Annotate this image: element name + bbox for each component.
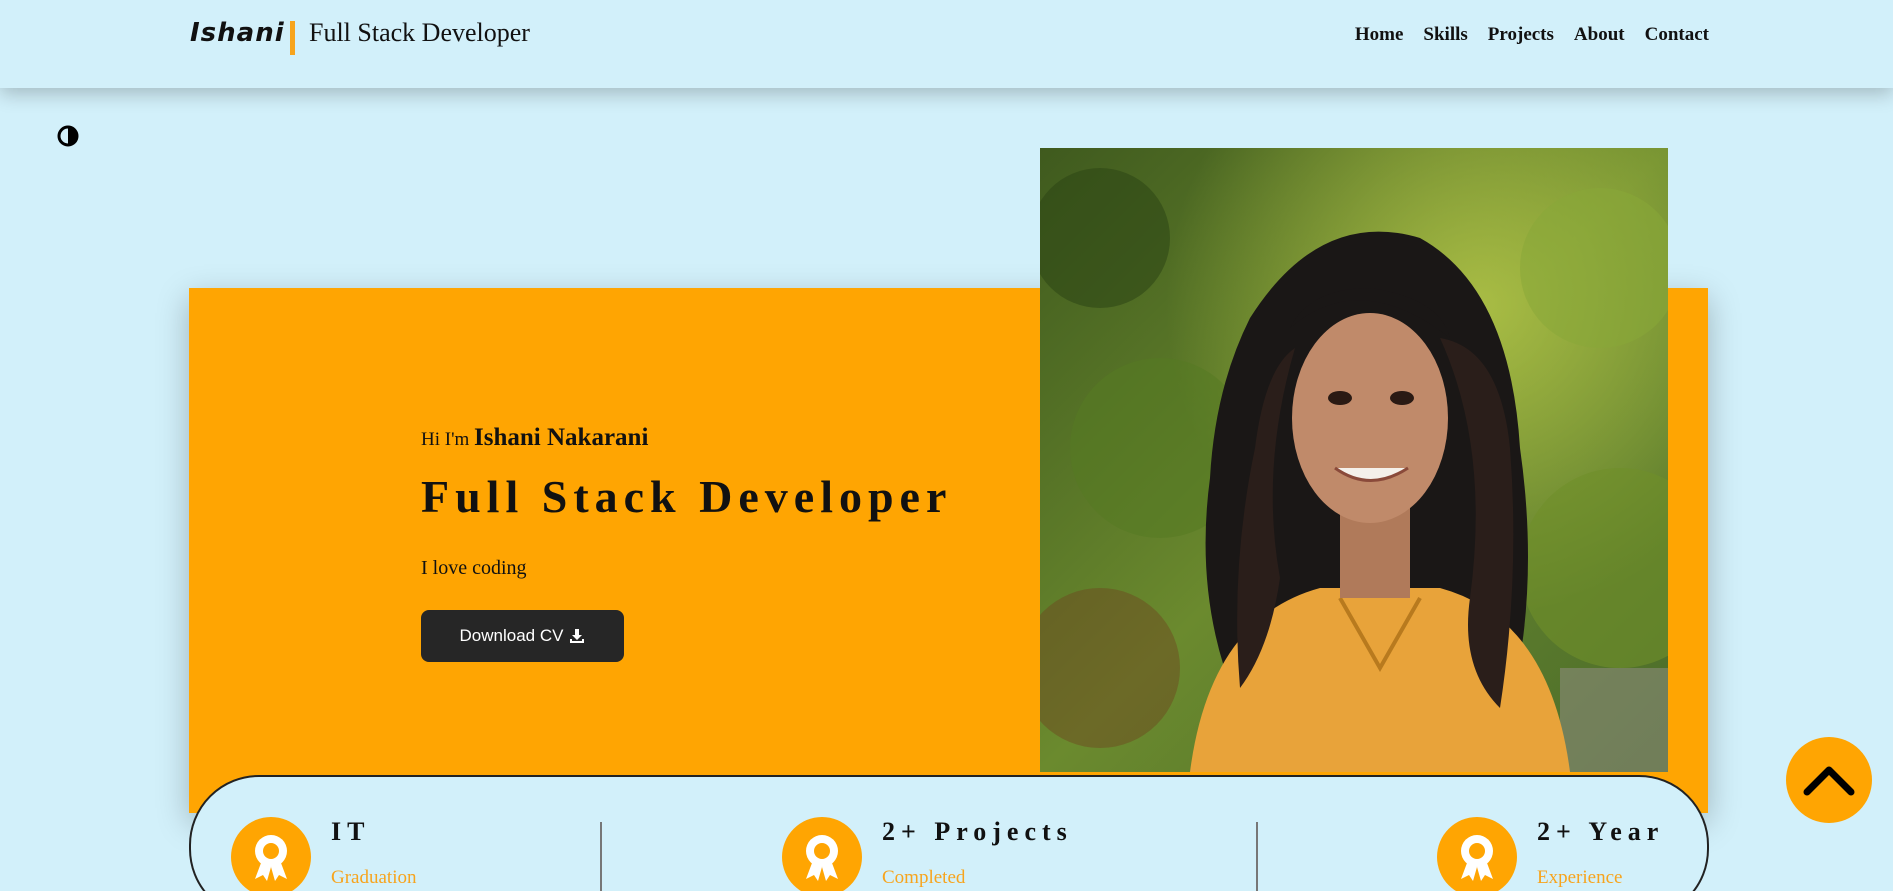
award-icon (1437, 817, 1517, 891)
stat-sub-experience: Experience (1537, 867, 1623, 888)
profile-photo (1040, 148, 1668, 772)
site-header: Ishani Full Stack Developer Home Skills … (0, 0, 1893, 88)
hero-role: Full Stack Developer (421, 471, 953, 522)
header-tagline: Full Stack Developer (309, 18, 530, 47)
stat-divider (600, 822, 602, 891)
scroll-to-top-button[interactable] (1786, 737, 1872, 823)
stat-title-year: 2+ Year (1537, 817, 1665, 846)
stats-bar: IT Graduation 2+ Projects Completed 2+ Y… (189, 775, 1709, 891)
hero-subtitle: I love coding (421, 557, 527, 579)
logo[interactable]: Ishani (190, 18, 285, 48)
logo-divider (290, 21, 295, 55)
download-cv-button[interactable]: Download CV (421, 610, 624, 662)
nav-contact[interactable]: Contact (1645, 24, 1709, 46)
award-icon (782, 817, 862, 891)
download-icon (570, 629, 585, 643)
stat-sub-graduation: Graduation (331, 867, 417, 888)
nav-home[interactable]: Home (1355, 24, 1404, 46)
stat-title-it: IT (331, 817, 371, 846)
nav-skills[interactable]: Skills (1423, 24, 1467, 46)
stat-sub-completed: Completed (882, 867, 966, 888)
hero-text: Hi I'm Ishani Nakarani Full Stack Develo… (421, 424, 952, 662)
nav-projects[interactable]: Projects (1488, 24, 1554, 46)
award-icon (231, 817, 311, 891)
chevron-up-icon (1803, 766, 1855, 796)
theme-toggle-icon[interactable] (57, 125, 79, 147)
nav-about[interactable]: About (1574, 24, 1625, 46)
download-cv-label: Download CV (459, 626, 564, 645)
stat-divider (1256, 822, 1258, 891)
greeting: Hi I'm Ishani Nakarani (421, 424, 952, 452)
page: Ishani Full Stack Developer Home Skills … (0, 0, 1893, 891)
stat-title-projects: 2+ Projects (882, 817, 1073, 846)
greeting-prefix: Hi I'm (421, 429, 470, 450)
main-nav: Home Skills Projects About Contact (1355, 24, 1709, 46)
hero-name: Ishani Nakarani (474, 424, 649, 451)
